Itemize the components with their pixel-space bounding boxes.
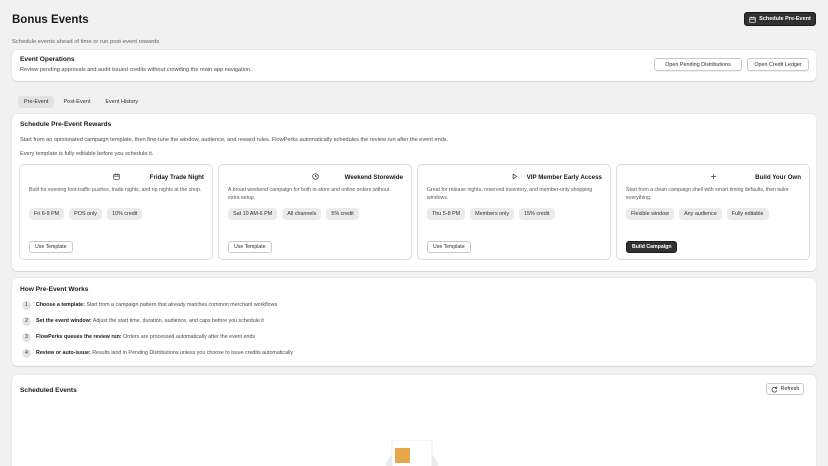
template-pill: POS only [69,208,102,220]
step-text: Results land in Pending Distributions un… [90,350,294,356]
step-item: 1 Choose a template: Start from a campai… [22,300,277,310]
calendar-icon [112,173,120,180]
step-number: 2 [22,316,31,326]
schedule-pre-event-button[interactable]: Schedule Pre-Event [744,12,816,26]
page-header: Bonus Events Schedule events ahead of ti… [12,12,816,45]
clock-icon [311,173,319,180]
template-card-vip-member-early-access: VIP Member Early Access Great for releas… [417,164,611,260]
step-text: Adjust the start time, duration, audienc… [91,318,264,324]
scheduled-events-title: Scheduled Events [20,387,77,394]
event-operations-description: Review pending approvals and audit issue… [20,67,252,73]
step-heading: Choose a template: [36,302,85,308]
refresh-button[interactable]: Refresh [766,383,804,395]
step-number: 3 [22,332,31,342]
build-campaign-button[interactable]: Build Campaign [626,241,678,253]
template-pill: 5% credit [326,208,359,220]
use-template-button[interactable]: Use Template [29,241,73,253]
template-pill: 10% credit [106,208,143,220]
template-pill: Sat 10 AM-6 PM [228,208,278,220]
template-pill: Fri 6-9 PM [29,208,65,220]
template-description: Great for release nights, reserved inven… [427,187,593,201]
template-pill: Members only [470,208,515,220]
template-description: Start from a clean campaign shell with s… [626,187,789,201]
template-name: Friday Trade Night [149,174,204,181]
step-heading: Set the event window: [36,318,92,324]
template-description: Built for evening foot-traffic pushes, t… [29,187,202,193]
step-number: 4 [22,348,31,358]
template-card-friday-trade-night: Friday Trade Night Built for evening foo… [19,164,213,260]
schedule-description-1: Start from an opinionated campaign templ… [20,137,449,143]
step-item: 4 Review or auto-issue: Results land in … [22,348,293,358]
step-heading: FlowPerks queues the review run: [36,334,122,340]
event-operations-card: Event Operations Review pending approval… [12,50,816,81]
how-pre-event-works-title: How Pre-Event Works [20,286,89,293]
tab-post-event[interactable]: Post-Event [57,96,96,108]
schedule-pre-event-title: Schedule Pre-Event Rewards [20,121,112,128]
page-title: Bonus Events [12,14,89,26]
template-card-build-your-own: Build Your Own Start from a clean campai… [616,164,810,260]
use-template-button[interactable]: Use Template [228,241,272,253]
template-pill: All channels [282,208,322,220]
calendar-icon [749,16,756,23]
template-pill: Any audience [679,208,722,220]
open-credit-ledger-button[interactable]: Open Credit Ledger [747,58,809,71]
plus-icon [710,174,716,179]
step-number: 1 [22,300,31,310]
tab-event-history[interactable]: Event History [99,96,144,108]
open-pending-distributions-button[interactable]: Open Pending Distributions [654,58,742,71]
play-icon [512,173,517,180]
empty-state-illustration [386,440,438,466]
template-pill: 15% credit [519,208,555,220]
template-description: A broad weekend campaign for both in-sto… [228,187,390,201]
step-text: Orders are processed automatically after… [121,334,256,340]
template-name: Weekend Storewide [344,174,403,181]
step-text: Start from a campaign pattern that alrea… [84,302,278,308]
template-pill: Fully editable [726,208,769,220]
step-item: 3 FlowPerks queues the review run: Order… [22,332,255,342]
event-operations-title: Event Operations [20,56,75,63]
schedule-description-2: Every template is fully editable before … [20,151,154,157]
schedule-pre-event-label: Schedule Pre-Event [759,16,811,22]
use-template-button[interactable]: Use Template [427,241,471,253]
page-subtitle: Schedule events ahead of time or run pos… [12,39,160,45]
refresh-icon [771,386,777,392]
step-item: 2 Set the event window: Adjust the start… [22,316,264,326]
template-name: Build Your Own [755,174,801,181]
template-pill: Flexible window [626,208,675,220]
template-pill: Thu 5-8 PM [427,208,466,220]
refresh-label: Refresh [780,386,800,392]
event-tabs: Pre-Event Post-Event Event History [18,96,144,108]
template-card-weekend-storewide: Weekend Storewide A broad weekend campai… [218,164,412,260]
tab-pre-event[interactable]: Pre-Event [18,96,55,108]
template-name: VIP Member Early Access [526,174,602,181]
step-heading: Review or auto-issue: [36,350,91,356]
